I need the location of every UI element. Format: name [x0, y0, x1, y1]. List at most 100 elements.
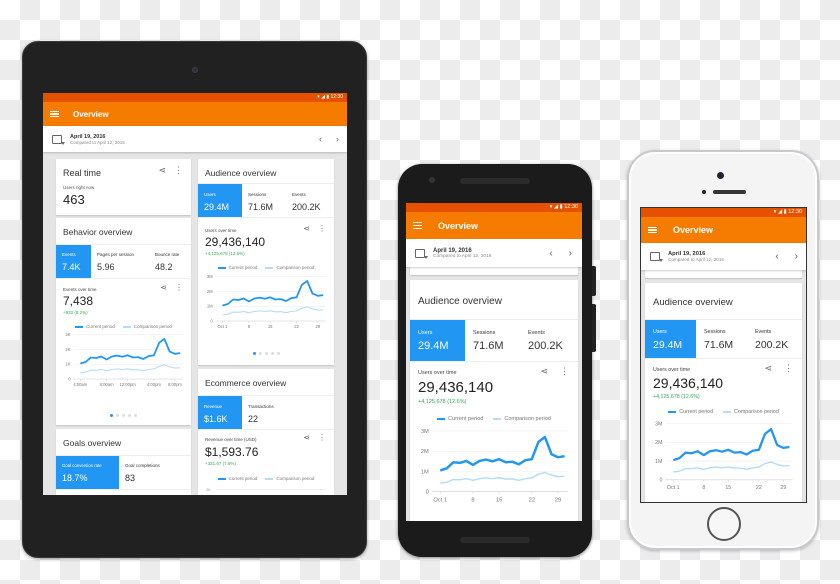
status-time: 12:30 — [564, 204, 578, 210]
metric-sessions[interactable]: Sessions 71.6M — [242, 184, 286, 217]
series-comparison-line — [440, 471, 565, 484]
ecommerce-card: Ecommerce overview Revenue $1.6K Transact… — [198, 369, 334, 495]
behavior-card: Behavior overview Events 7.4K Pages per s… — [56, 218, 191, 425]
ytick-label: 2M — [655, 440, 662, 446]
audience-card: Audience overview Users 29.4M Sessions 71.… — [410, 280, 578, 521]
tablet-device: ▾ ◢ ▮ 12:30 Overview April 19, 2016 Compa… — [22, 41, 367, 558]
metric-goal-completions[interactable]: Goal completions 83 — [119, 456, 179, 489]
metric-users[interactable]: Users 29.4M — [410, 320, 465, 361]
metric-events[interactable]: Events 200.2K — [286, 184, 332, 217]
xtick-label: 8:00am — [100, 382, 114, 387]
compared-label: Compared to April 12, 2016 — [668, 257, 724, 262]
legend-current: Current period — [217, 476, 257, 481]
iphone-device: ▾ ◢ ▮ 12:30 Overview April 19, 2016 Compa… — [627, 150, 819, 550]
metric-sessions[interactable]: Sessions 71.6M — [696, 320, 747, 358]
hamburger-menu-icon[interactable] — [50, 109, 59, 119]
ytick-label: 2K — [65, 347, 70, 352]
prev-date-button[interactable]: ‹ — [549, 248, 552, 259]
metric-events[interactable]: Events 200.2K — [520, 320, 578, 361]
more-vert-icon[interactable]: ⋮ — [174, 165, 183, 176]
date-bar[interactable]: April 19, 2016 Compared to April 12, 2016… — [406, 239, 582, 267]
android-phone-device: ▾ ◢ ▮ 12:30 Overview April 19, 2016 Compa… — [398, 164, 596, 557]
more-vert-icon[interactable]: ⋮ — [784, 363, 793, 374]
chart-total: 29,436,140 — [205, 235, 266, 249]
date-bar[interactable]: April 19, 2016 Compared to April 12, 2016… — [641, 243, 806, 270]
ytick-label: 2M — [421, 449, 429, 455]
legend-current: Current period — [437, 416, 483, 422]
metric-users[interactable]: Users 29.4M — [645, 320, 696, 358]
metric-sessions[interactable]: Sessions 71.6M — [465, 320, 520, 361]
app-bar: Overview — [43, 102, 347, 126]
hamburger-menu-icon[interactable] — [413, 221, 422, 231]
series-current-line — [672, 428, 790, 462]
legend-comparison: Comparison period — [122, 324, 172, 329]
gridline — [216, 489, 326, 490]
app-title: Overview — [73, 109, 109, 119]
chart-delta: +4,125,678 (12.6%) — [205, 251, 245, 256]
ytick-label: 0 — [68, 376, 71, 381]
legend-current: Current period — [75, 324, 115, 329]
compared-label: Compared to April 12, 2016 — [433, 253, 492, 259]
users-chart: 0 1M 2M 3M Oct 1 8 15 22 29 — [655, 421, 793, 491]
next-date-button[interactable]: › — [336, 134, 339, 144]
xtick-label: 15 — [725, 485, 731, 491]
card-title: Goals overview — [63, 438, 122, 448]
metric-bounce-rate[interactable]: Bounce rate 48.2 — [149, 245, 191, 278]
xtick-label: 29 — [315, 324, 320, 329]
metric-events[interactable]: Events 7.4K — [56, 245, 91, 278]
share-icon[interactable]: ⋖ — [764, 363, 772, 374]
metric-events[interactable]: Events 200.2K — [747, 320, 802, 358]
share-icon[interactable]: ⋖ — [158, 165, 166, 176]
page-indicator[interactable] — [56, 414, 191, 417]
xtick-label: 15 — [496, 497, 502, 503]
next-date-button[interactable]: › — [795, 251, 798, 262]
page-indicator[interactable] — [198, 352, 334, 355]
share-icon[interactable]: ⋖ — [303, 433, 310, 442]
status-bar: ▾ ◢ ▮ 12:30 — [641, 208, 806, 217]
ytick-label: 2M — [207, 289, 213, 294]
metric-revenue[interactable]: Revenue $1.6K — [198, 396, 242, 429]
more-vert-icon[interactable]: ⋮ — [318, 224, 326, 233]
camera — [717, 172, 724, 179]
series-comparison-line — [222, 306, 324, 316]
ytick-label: 3K — [65, 332, 70, 337]
xtick-label: Oct 1 — [667, 485, 680, 491]
status-bar: ▾ ◢ ▮ 12:30 — [406, 203, 582, 212]
legend-current: Current period — [668, 409, 713, 415]
more-vert-icon[interactable]: ⋮ — [175, 283, 183, 292]
calendar-icon[interactable] — [650, 252, 663, 262]
prev-date-button[interactable]: ‹ — [319, 134, 322, 144]
next-date-button[interactable]: › — [569, 248, 572, 259]
card-peek — [410, 267, 578, 275]
hamburger-menu-icon[interactable] — [648, 225, 657, 235]
share-icon[interactable]: ⋖ — [540, 366, 548, 377]
metric-goal-conversion-rate[interactable]: Goal conversion rate 18.7% — [56, 456, 119, 489]
speaker — [713, 190, 746, 194]
metric-pages-per-session[interactable]: Pages per session 5.96 — [91, 245, 149, 278]
metric-transactions[interactable]: Transactions 22 — [242, 396, 302, 429]
calendar-icon[interactable] — [415, 248, 428, 259]
xtick-label: Oct 1 — [433, 497, 447, 503]
series-current-line — [222, 280, 324, 307]
chart-title: Events over time — [63, 287, 97, 292]
home-button[interactable] — [707, 507, 741, 541]
chart-title: Revenue over time (USD) — [205, 437, 257, 442]
tablet-screen: ▾ ◢ ▮ 12:30 Overview April 19, 2016 Compa… — [43, 93, 347, 495]
prev-date-button[interactable]: ‹ — [775, 251, 778, 262]
series-current-line — [439, 435, 565, 472]
metric-users[interactable]: Users 29.4M — [198, 184, 242, 217]
more-vert-icon[interactable]: ⋮ — [318, 433, 326, 442]
date-bar[interactable]: April 19, 2016 Compared to April 12, 2016… — [43, 126, 347, 152]
ytick-label: 1K — [65, 362, 70, 367]
share-icon[interactable]: ⋖ — [303, 224, 310, 233]
calendar-icon[interactable] — [52, 134, 65, 145]
speaker — [460, 178, 530, 184]
compared-label: Compared to April 12, 2016 — [70, 139, 125, 145]
share-icon[interactable]: ⋖ — [160, 283, 167, 292]
more-vert-icon[interactable]: ⋮ — [560, 366, 569, 377]
xtick-label: 15 — [268, 324, 273, 329]
xtick-label: 29 — [555, 497, 561, 503]
card-title: Ecommerce overview — [205, 378, 287, 388]
metric-tabs: Revenue $1.6K Transactions 22 — [198, 395, 334, 430]
xtick-label: 22 — [756, 485, 762, 491]
